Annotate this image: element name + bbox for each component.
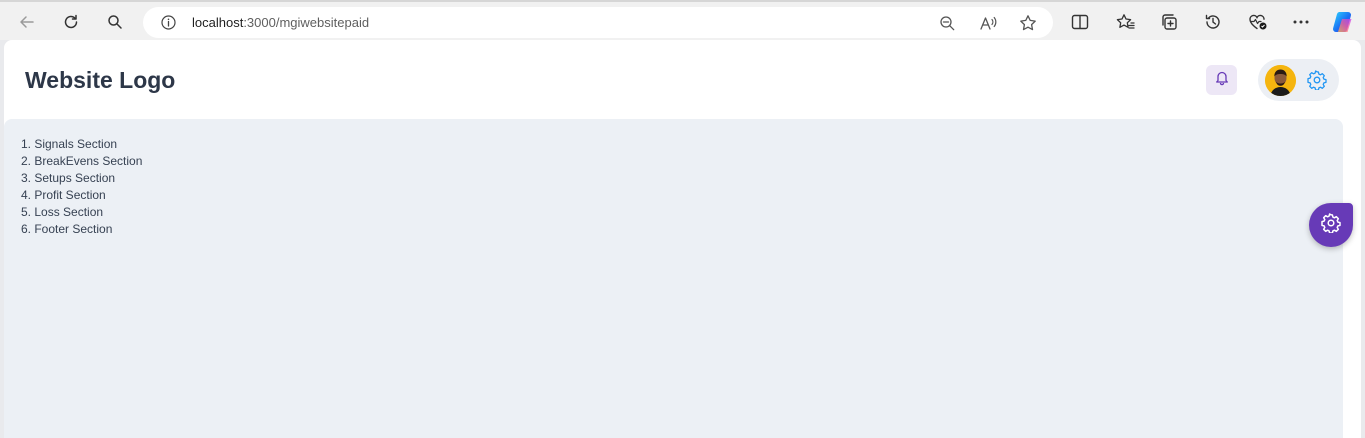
list-item: 3. Setups Section: [21, 171, 116, 185]
zoom-out-icon[interactable]: [937, 13, 957, 33]
url-text[interactable]: localhost:3000/mgiwebsitepaid: [192, 15, 369, 30]
notifications-button[interactable]: [1206, 65, 1237, 95]
split-screen-icon: [1071, 14, 1089, 30]
info-icon[interactable]: [161, 15, 176, 30]
bell-icon: [1214, 69, 1230, 91]
collections-button[interactable]: [1154, 8, 1184, 36]
star-icon[interactable]: [1018, 13, 1038, 33]
list-item: 2. BreakEvens Section: [21, 154, 143, 168]
list-item: 1. Signals Section: [21, 137, 118, 151]
url-path: :3000/mgiwebsitepaid: [243, 15, 370, 30]
page: Website Logo 1. Signals Section 2. Break…: [4, 40, 1361, 438]
refresh-icon: [62, 13, 80, 31]
refresh-button[interactable]: [56, 8, 86, 36]
search-button[interactable]: [100, 8, 130, 36]
history-icon: [1204, 13, 1222, 31]
search-icon: [107, 14, 123, 30]
read-aloud-icon[interactable]: [978, 13, 998, 33]
copilot-icon: [1331, 10, 1355, 34]
gear-icon[interactable]: [1307, 70, 1327, 91]
main-content: 1. Signals Section 2. BreakEvens Section…: [4, 119, 1343, 438]
heart-pulse-icon: [1248, 13, 1268, 31]
favorites-button[interactable]: [1110, 8, 1140, 36]
list-item: 4. Profit Section: [21, 188, 106, 202]
favorites-icon: [1116, 13, 1135, 31]
website-logo[interactable]: Website Logo: [25, 66, 175, 94]
back-button[interactable]: [12, 8, 42, 36]
url-host: localhost: [192, 15, 244, 30]
arrow-left-icon: [18, 13, 36, 31]
avatar[interactable]: [1265, 65, 1296, 96]
list-item: 5. Loss Section: [21, 205, 104, 219]
list-item: 6. Footer Section: [21, 222, 113, 236]
split-screen-button[interactable]: [1065, 8, 1095, 36]
address-bar[interactable]: localhost:3000/mgiwebsitepaid: [143, 7, 1053, 38]
performance-button[interactable]: [1243, 8, 1273, 36]
history-button[interactable]: [1198, 8, 1228, 36]
collections-icon: [1160, 13, 1178, 31]
copilot-button[interactable]: [1328, 8, 1358, 36]
section-list: 1. Signals Section 2. BreakEvens Section…: [21, 136, 142, 238]
profile-menu[interactable]: [1258, 59, 1339, 101]
more-button[interactable]: [1286, 8, 1316, 36]
browser-toolbar: localhost:3000/mgiwebsitepaid: [0, 0, 1365, 40]
more-icon: [1293, 20, 1309, 24]
customize-settings-button[interactable]: [1309, 203, 1353, 247]
gear-icon: [1321, 212, 1341, 238]
